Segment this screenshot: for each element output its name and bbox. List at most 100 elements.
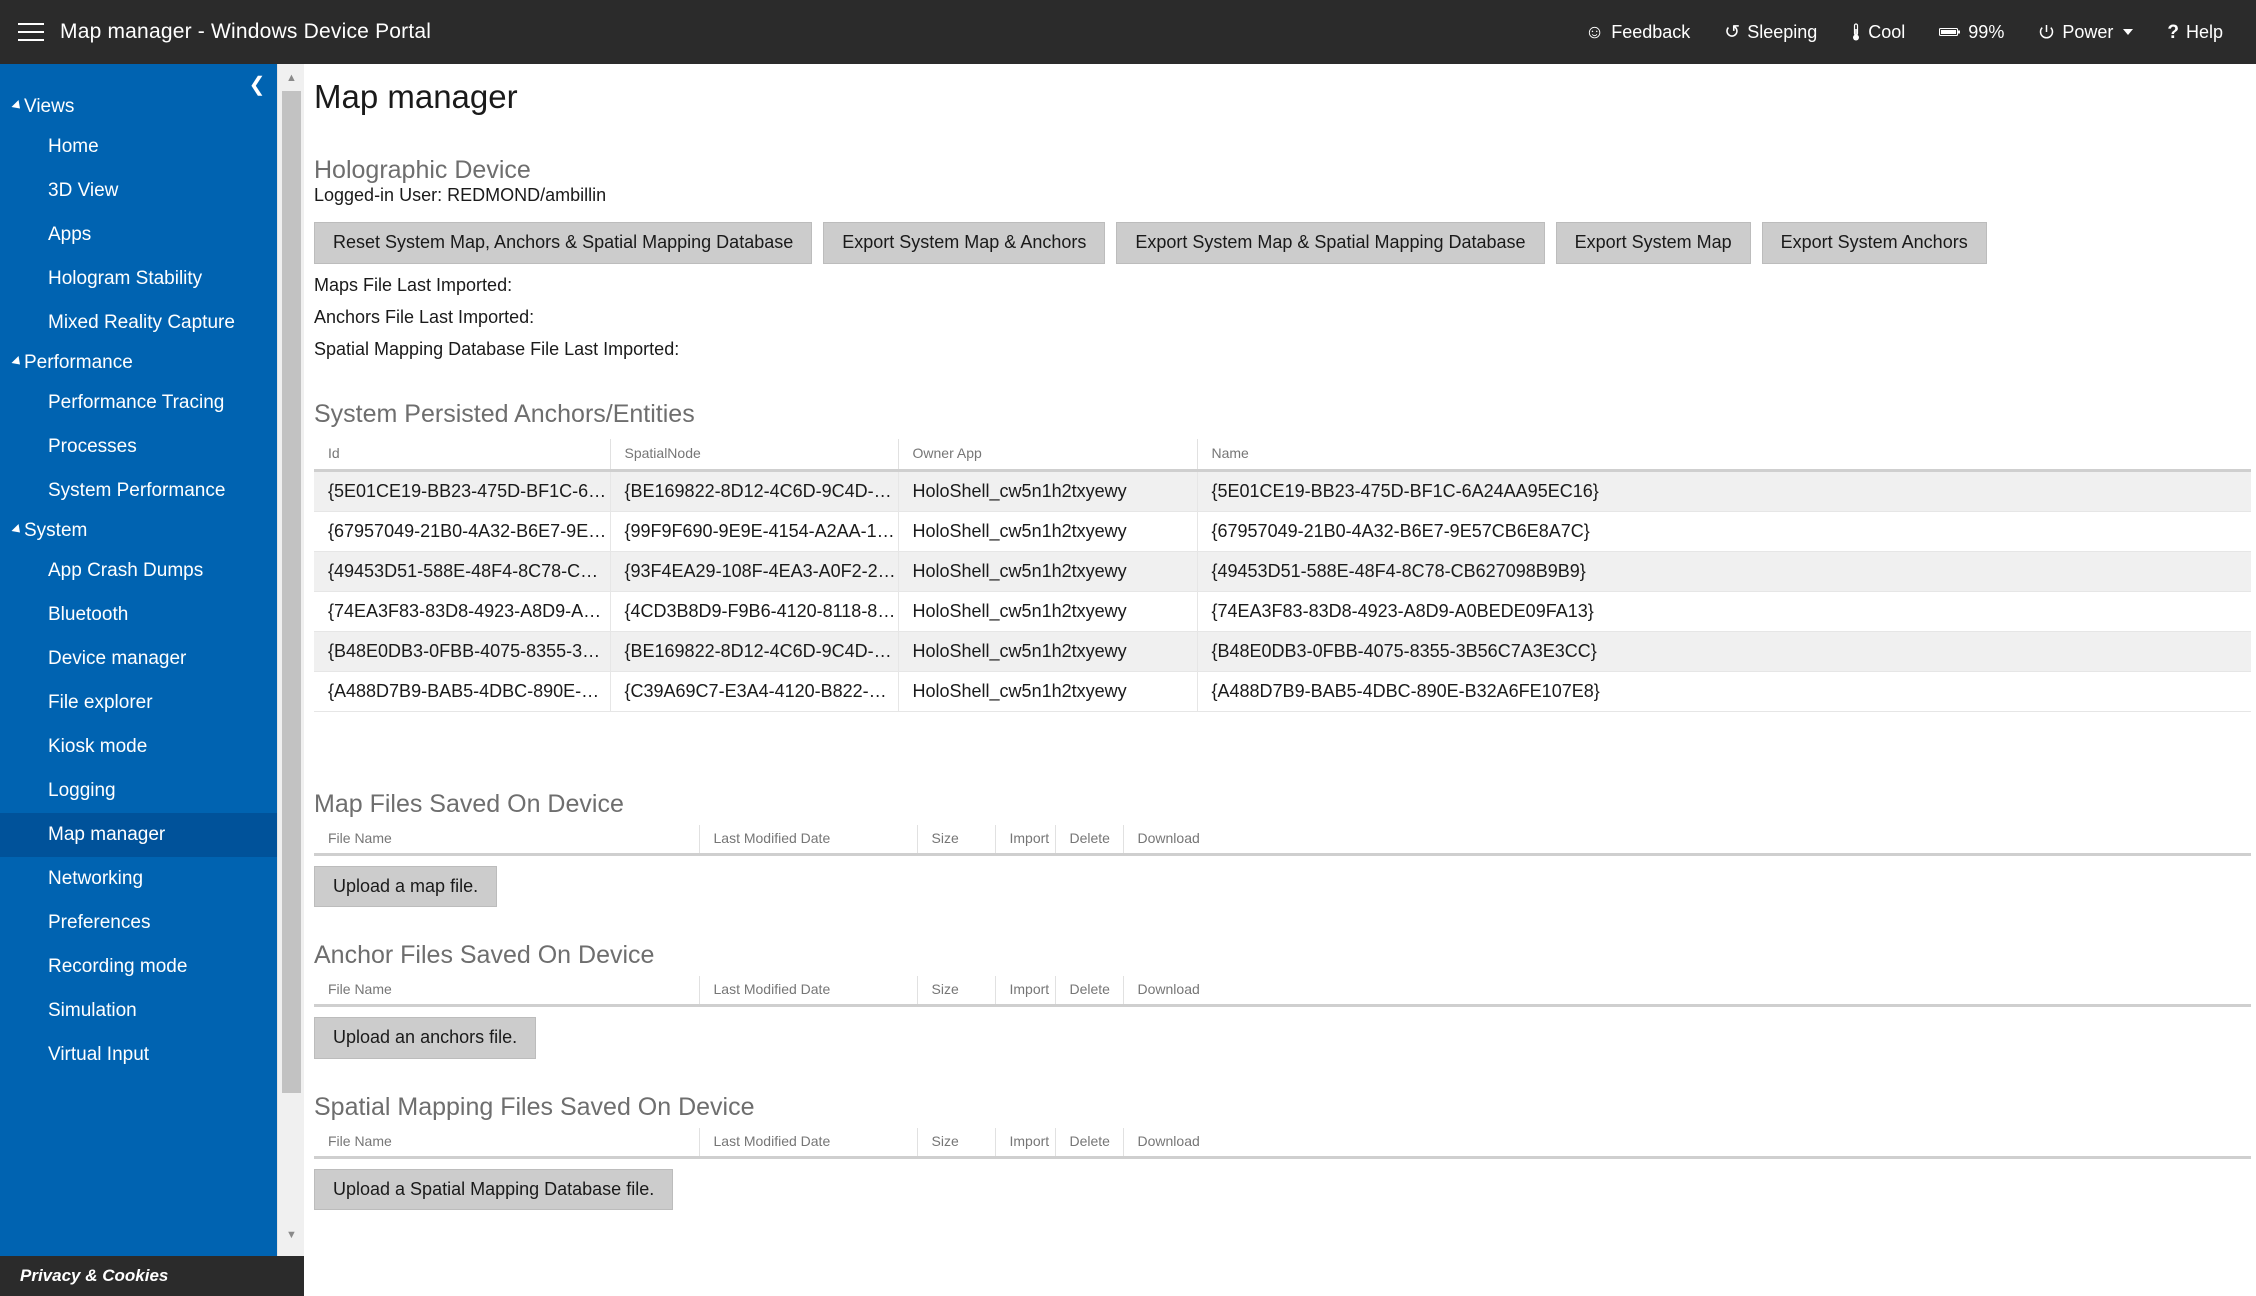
column-header-download[interactable]: Download (1123, 824, 2251, 856)
column-header-import[interactable]: Import (995, 1127, 1056, 1159)
temperature-button[interactable]: Cool (1834, 0, 1922, 64)
sidebar-item-device-manager[interactable]: Device manager (0, 637, 277, 681)
sidebar-item-recording-mode[interactable]: Recording mode (0, 945, 277, 989)
feedback-button[interactable]: ☺ Feedback (1568, 0, 1707, 64)
column-header-import[interactable]: Import (995, 824, 1056, 856)
table-row[interactable]: {49453D51-588E-48F4-8C78-CB627098B9B9} {… (314, 551, 2251, 592)
scroll-up-arrow-icon[interactable]: ▲ (278, 64, 305, 91)
sidebar-group-system[interactable]: System (0, 513, 277, 549)
column-header-owner-app[interactable]: Owner App (898, 438, 1198, 472)
spatial-mapping-files-table: File Name Last Modified Date Size Import… (314, 1127, 2251, 1159)
anchor-files-heading: Anchor Files Saved On Device (314, 941, 655, 970)
sidebar-item-app-crash-dumps[interactable]: App Crash Dumps (0, 549, 277, 593)
cell-id: {67957049-21B0-4A32-B6E7-9E57CB6E8A7C} (314, 511, 611, 552)
cell-owner-app: HoloShell_cw5n1h2txyewy (898, 591, 1198, 632)
sidebar-item-mixed-reality-capture[interactable]: Mixed Reality Capture (0, 301, 277, 345)
app-title-bar: Map manager - Windows Device Portal ☺ Fe… (0, 0, 2256, 64)
column-header-download[interactable]: Download (1123, 976, 2251, 1008)
device-section-heading: Holographic Device (314, 156, 531, 184)
column-header-size[interactable]: Size (917, 1127, 996, 1159)
column-header-delete[interactable]: Delete (1055, 1127, 1124, 1159)
sidebar-item-simulation[interactable]: Simulation (0, 989, 277, 1033)
cell-owner-app: HoloShell_cw5n1h2txyewy (898, 631, 1198, 672)
sidebar-scrollbar[interactable]: ▲ ▼ (277, 64, 304, 1296)
battery-button[interactable]: 99% (1922, 0, 2021, 64)
sidebar-item-map-manager[interactable]: Map manager (0, 813, 277, 857)
sidebar-item-bluetooth[interactable]: Bluetooth (0, 593, 277, 637)
scroll-down-arrow-icon[interactable]: ▼ (278, 1221, 305, 1248)
cell-id: {74EA3F83-83D8-4923-A8D9-A0BEDE09FA13} (314, 591, 611, 632)
reset-system-map-button[interactable]: Reset System Map, Anchors & Spatial Mapp… (314, 222, 813, 264)
column-header-last-modified-date[interactable]: Last Modified Date (699, 824, 918, 856)
scrollbar-thumb[interactable] (282, 91, 301, 1093)
sidebar-item-virtual-input[interactable]: Virtual Input (0, 1033, 277, 1077)
column-header-file-name[interactable]: File Name (314, 1127, 700, 1159)
cell-spatialnode: {4CD3B8D9-F9B6-4120-8118-882C3A6C19FE} (610, 591, 899, 632)
table-header-row: File Name Last Modified Date Size Import… (314, 824, 2251, 856)
maps-file-last-imported: Maps File Last Imported: (314, 274, 513, 295)
sidebar-item-system-performance[interactable]: System Performance (0, 469, 277, 513)
sidebar-item-preferences[interactable]: Preferences (0, 901, 277, 945)
column-header-download[interactable]: Download (1123, 1127, 2251, 1159)
anchors-file-last-imported: Anchors File Last Imported: (314, 306, 535, 327)
table-row[interactable]: {A488D7B9-BAB5-4DBC-890E-B32A6FE107E8} {… (314, 671, 2251, 712)
sidebar-item-hologram-stability[interactable]: Hologram Stability (0, 257, 277, 301)
cell-name: {A488D7B9-BAB5-4DBC-890E-B32A6FE107E8} (1197, 671, 2251, 712)
cell-id: {B48E0DB3-0FBB-4075-8355-3B56C7A3E3CC} (314, 631, 611, 672)
temperature-label: Cool (1868, 21, 1906, 42)
power-label: Power (2062, 21, 2114, 42)
privacy-cookies-link[interactable]: Privacy & Cookies (0, 1256, 304, 1296)
question-mark-icon: ? (2167, 21, 2179, 43)
table-row[interactable]: {67957049-21B0-4A32-B6E7-9E57CB6E8A7C} {… (314, 511, 2251, 552)
column-header-import[interactable]: Import (995, 976, 1056, 1008)
power-menu-button[interactable]: Power (2021, 0, 2150, 64)
battery-icon (1939, 26, 1961, 38)
sidebar-item-list: Views Home 3D View Apps Hologram Stabili… (0, 89, 277, 1077)
column-header-delete[interactable]: Delete (1055, 976, 1124, 1008)
cell-owner-app: HoloShell_cw5n1h2txyewy (898, 470, 1198, 512)
upload-spatial-mapping-db-file-button[interactable]: Upload a Spatial Mapping Database file. (314, 1168, 674, 1211)
sidebar-item-home[interactable]: Home (0, 125, 277, 169)
sleep-state-button[interactable]: ↺ Sleeping (1707, 0, 1834, 64)
column-header-size[interactable]: Size (917, 976, 996, 1008)
upload-anchors-file-button[interactable]: Upload an anchors file. (314, 1017, 537, 1059)
export-system-anchors-button[interactable]: Export System Anchors (1761, 222, 1987, 264)
sidebar-group-views[interactable]: Views (0, 89, 277, 125)
sidebar-item-networking[interactable]: Networking (0, 857, 277, 901)
cell-spatialnode: {C39A69C7-E3A4-4120-B822-C068CCA5BD28} (610, 671, 899, 712)
thermometer-icon (1851, 22, 1861, 42)
export-system-map-spatial-db-button[interactable]: Export System Map & Spatial Mapping Data… (1116, 222, 1545, 264)
hamburger-icon[interactable] (18, 23, 44, 41)
column-header-id[interactable]: Id (314, 438, 611, 472)
column-header-last-modified-date[interactable]: Last Modified Date (699, 976, 918, 1008)
sidebar-item-processes[interactable]: Processes (0, 425, 277, 469)
sidebar-group-performance[interactable]: Performance (0, 345, 277, 381)
column-header-size[interactable]: Size (917, 824, 996, 856)
column-header-last-modified-date[interactable]: Last Modified Date (699, 1127, 918, 1159)
clock-history-icon: ↺ (1724, 21, 1741, 43)
map-action-button-row: Reset System Map, Anchors & Spatial Mapp… (305, 222, 2256, 264)
export-system-map-button[interactable]: Export System Map (1555, 222, 1751, 264)
sidebar-item-logging[interactable]: Logging (0, 769, 277, 813)
column-header-file-name[interactable]: File Name (314, 824, 700, 856)
sidebar-item-performance-tracing[interactable]: Performance Tracing (0, 381, 277, 425)
sidebar-item-apps[interactable]: Apps (0, 213, 277, 257)
column-header-spatialnode[interactable]: SpatialNode (610, 438, 899, 472)
column-header-name[interactable]: Name (1197, 438, 2251, 472)
persisted-anchors-table: Id SpatialNode Owner App Name {5E01CE19-… (314, 438, 2251, 712)
column-header-delete[interactable]: Delete (1055, 824, 1124, 856)
table-row[interactable]: {B48E0DB3-0FBB-4075-8355-3B56C7A3E3CC} {… (314, 631, 2251, 672)
sidebar-nav: ❮ Views Home 3D View Apps Hologram Stabi… (0, 64, 277, 1296)
column-header-file-name[interactable]: File Name (314, 976, 700, 1008)
upload-map-file-button[interactable]: Upload a map file. (314, 865, 498, 908)
table-row[interactable]: {74EA3F83-83D8-4923-A8D9-A0BEDE09FA13} {… (314, 591, 2251, 632)
sidebar-item-kiosk-mode[interactable]: Kiosk mode (0, 725, 277, 769)
sidebar-item-3d-view[interactable]: 3D View (0, 169, 277, 213)
sidebar-item-file-explorer[interactable]: File explorer (0, 681, 277, 725)
cell-name: {49453D51-588E-48F4-8C78-CB627098B9B9} (1197, 551, 2251, 592)
table-row[interactable]: {5E01CE19-BB23-475D-BF1C-6A24AA95EC16} {… (314, 470, 2251, 512)
help-button[interactable]: ? Help (2150, 0, 2240, 64)
export-system-map-anchors-button[interactable]: Export System Map & Anchors (823, 222, 1106, 264)
help-label: Help (2185, 21, 2223, 42)
cell-owner-app: HoloShell_cw5n1h2txyewy (898, 511, 1198, 552)
